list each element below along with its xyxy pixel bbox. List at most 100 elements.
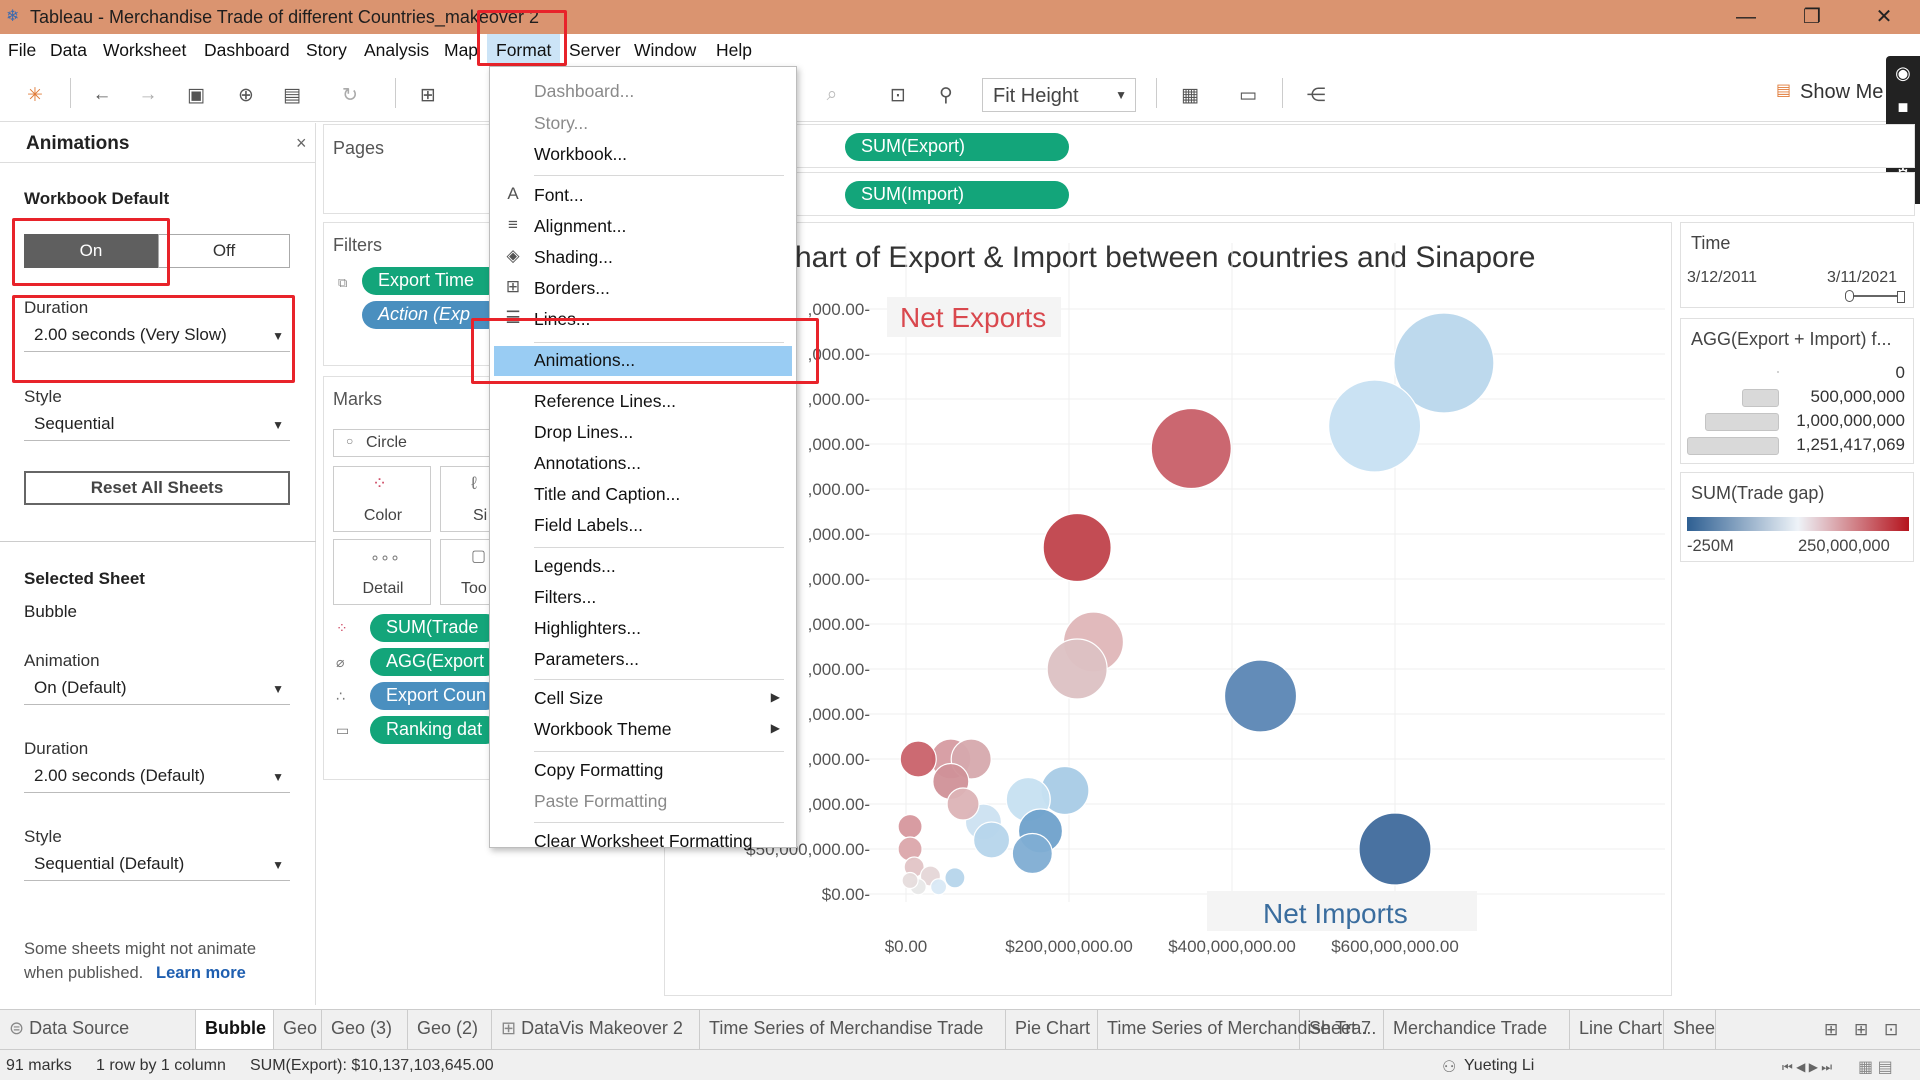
menu-item-highlighters[interactable]: Highlighters... bbox=[490, 614, 796, 644]
labels-icon[interactable]: ⊡ bbox=[886, 84, 910, 107]
mark-pill-ranking[interactable]: Ranking dat bbox=[370, 716, 500, 744]
new-worksheet-tab-icon[interactable]: ⊞ bbox=[1824, 1020, 1838, 1040]
tab-data-source[interactable]: ⊜ Data Source bbox=[0, 1010, 196, 1050]
menu-item-paste-formatting[interactable]: Paste Formatting bbox=[490, 787, 796, 817]
menu-map[interactable]: Map bbox=[444, 40, 478, 61]
menu-item-borders[interactable]: ⊞ Borders... bbox=[490, 274, 796, 304]
bubble-mark[interactable] bbox=[944, 867, 966, 889]
close-panel-button[interactable]: × bbox=[296, 133, 307, 154]
menu-server[interactable]: Server bbox=[569, 40, 621, 61]
bubble-mark[interactable] bbox=[1011, 832, 1053, 875]
menu-item-copy-formatting[interactable]: Copy Formatting bbox=[490, 756, 796, 786]
menu-item-field-labels[interactable]: Field Labels... bbox=[490, 511, 796, 541]
menu-item-workbook-theme[interactable]: Workbook Theme ▶ bbox=[490, 715, 796, 745]
style-dropdown[interactable]: Sequential ▼ bbox=[24, 409, 290, 441]
columns-pill[interactable]: SUM(Export) bbox=[845, 133, 1069, 161]
bubble-mark[interactable] bbox=[946, 787, 980, 821]
menu-item-filters[interactable]: Filters... bbox=[490, 583, 796, 613]
share-icon[interactable]: ⋲ bbox=[1304, 84, 1328, 107]
menu-item-alignment[interactable]: ≡ Alignment... bbox=[490, 212, 796, 242]
learn-more-link[interactable]: Learn more bbox=[156, 964, 246, 983]
sheet-style-dropdown[interactable]: Sequential (Default) ▼ bbox=[24, 849, 290, 881]
menu-item-font[interactable]: A Font... bbox=[490, 181, 796, 211]
video-icon[interactable]: ■ bbox=[1886, 90, 1920, 124]
tab-geo[interactable]: Geo bbox=[274, 1010, 322, 1050]
columns-shelf[interactable]: SUM(Export) bbox=[797, 124, 1915, 168]
menu-item-annotations[interactable]: Annotations... bbox=[490, 449, 796, 479]
tab-bubble[interactable]: Bubble bbox=[196, 1010, 274, 1050]
menu-story[interactable]: Story bbox=[306, 40, 347, 61]
bubble-mark[interactable] bbox=[930, 878, 948, 896]
show-cards-icon[interactable]: ▦ bbox=[1178, 84, 1202, 107]
tab-sheet-7[interactable]: Sheet 7 bbox=[1300, 1010, 1384, 1050]
menu-item-dashboard[interactable]: Dashboard... bbox=[490, 77, 796, 107]
sheet-duration-dropdown[interactable]: 2.00 seconds (Default) ▼ bbox=[24, 761, 290, 793]
tab-datavis-makeover-2[interactable]: ⊞ DataVis Makeover 2 bbox=[492, 1010, 700, 1050]
menu-item-clear-worksheet-formatting[interactable]: Clear Worksheet Formatting bbox=[490, 827, 796, 857]
fit-dropdown[interactable]: Fit Height ▼ bbox=[982, 78, 1136, 112]
menu-data[interactable]: Data bbox=[50, 40, 87, 61]
time-slider-handle[interactable] bbox=[1845, 290, 1854, 302]
color-button[interactable]: ⁘ Color bbox=[333, 466, 431, 532]
mark-pill-export-import[interactable]: AGG(Export bbox=[370, 648, 500, 676]
filter-pill-export-time[interactable]: Export Time bbox=[362, 267, 502, 295]
tab-shee[interactable]: Shee bbox=[1664, 1010, 1716, 1050]
detail-button[interactable]: ∘∘∘ Detail bbox=[333, 539, 431, 605]
restore-button[interactable]: ❐ bbox=[1792, 2, 1832, 32]
bubble-mark[interactable] bbox=[1328, 379, 1422, 473]
time-filter-card[interactable]: Time 3/12/2011 3/11/2021 bbox=[1680, 222, 1914, 308]
tab-pie-chart[interactable]: Pie Chart bbox=[1006, 1010, 1098, 1050]
show-me-button[interactable]: Show Me bbox=[1800, 81, 1883, 104]
menu-window[interactable]: Window bbox=[634, 40, 696, 61]
tab-time-series-of-merchandise-tra[interactable]: Time Series of Merchandise Tra... bbox=[1098, 1010, 1376, 1050]
tab-time-series-of-merchandise-trade[interactable]: Time Series of Merchandise Trade bbox=[700, 1010, 1006, 1050]
mark-type-dropdown[interactable]: ○ Circle bbox=[333, 429, 493, 457]
new-dashboard-tab-icon[interactable]: ⊞ bbox=[1854, 1020, 1868, 1040]
redo-icon[interactable]: → bbox=[136, 84, 160, 106]
bubble-mark[interactable] bbox=[899, 740, 937, 778]
bubble-mark[interactable] bbox=[897, 813, 923, 840]
mark-pill-export-country[interactable]: Export Coun bbox=[370, 682, 500, 710]
fix-axes-icon[interactable]: ⚲ bbox=[934, 84, 958, 107]
menu-item-drop-lines[interactable]: Drop Lines... bbox=[490, 418, 796, 448]
tableau-icon[interactable]: ✳ bbox=[23, 84, 47, 107]
menu-help[interactable]: Help bbox=[716, 40, 752, 61]
refresh-icon[interactable]: ↻ bbox=[338, 84, 362, 107]
animation-dropdown[interactable]: On (Default) ▼ bbox=[24, 673, 290, 705]
tab-line-chart[interactable]: Line Chart bbox=[1570, 1010, 1664, 1050]
bubble-mark[interactable] bbox=[1358, 812, 1432, 886]
menu-item-title-and-caption[interactable]: Title and Caption... bbox=[490, 480, 796, 510]
reset-all-sheets-button[interactable]: Reset All Sheets bbox=[24, 471, 290, 505]
minimize-button[interactable]: — bbox=[1726, 2, 1766, 32]
highlight-icon[interactable]: ⌕ bbox=[820, 84, 844, 106]
menu-analysis[interactable]: Analysis bbox=[364, 40, 429, 61]
menu-dashboard[interactable]: Dashboard bbox=[204, 40, 290, 61]
menu-item-reference-lines[interactable]: Reference Lines... bbox=[490, 387, 796, 417]
menu-worksheet[interactable]: Worksheet bbox=[103, 40, 186, 61]
new-worksheet-icon[interactable]: ⊞ bbox=[416, 84, 440, 107]
menu-item-legends[interactable]: Legends... bbox=[490, 552, 796, 582]
tab-merchandice-trade[interactable]: Merchandice Trade bbox=[1384, 1010, 1570, 1050]
menu-item-workbook[interactable]: Workbook... bbox=[490, 140, 796, 170]
new-story-tab-icon[interactable]: ⊡ bbox=[1884, 1020, 1898, 1040]
off-toggle[interactable]: Off bbox=[158, 234, 290, 268]
tab-geo-3[interactable]: Geo (3) bbox=[322, 1010, 408, 1050]
tab-geo-2[interactable]: Geo (2) bbox=[408, 1010, 492, 1050]
bubble-mark[interactable] bbox=[1046, 638, 1108, 700]
menu-item-cell-size[interactable]: Cell Size ▶ bbox=[490, 684, 796, 714]
close-window-button[interactable]: ✕ bbox=[1864, 2, 1904, 32]
view-grid-icon[interactable]: ▦ ▤ bbox=[1858, 1057, 1893, 1077]
rows-pill[interactable]: SUM(Import) bbox=[845, 181, 1069, 209]
bubble-mark[interactable] bbox=[901, 871, 919, 890]
save-icon[interactable]: ▣ bbox=[184, 84, 208, 107]
menu-item-shading[interactable]: ◈ Shading... bbox=[490, 243, 796, 273]
menu-item-story[interactable]: Story... bbox=[490, 109, 796, 139]
presentation-mode-icon[interactable]: ▭ bbox=[1236, 84, 1260, 107]
time-slider[interactable] bbox=[1847, 295, 1903, 297]
undo-icon[interactable]: ← bbox=[90, 84, 114, 106]
sheet-nav-arrows[interactable]: ⏮ ◀ ▶ ⏭ bbox=[1782, 1060, 1832, 1075]
rows-shelf[interactable]: SUM(Import) bbox=[797, 172, 1915, 216]
mark-pill-trade[interactable]: SUM(Trade bbox=[370, 614, 500, 642]
time-slider-end-handle[interactable] bbox=[1897, 291, 1905, 303]
new-datasource-icon[interactable]: ⊕ bbox=[234, 84, 258, 107]
